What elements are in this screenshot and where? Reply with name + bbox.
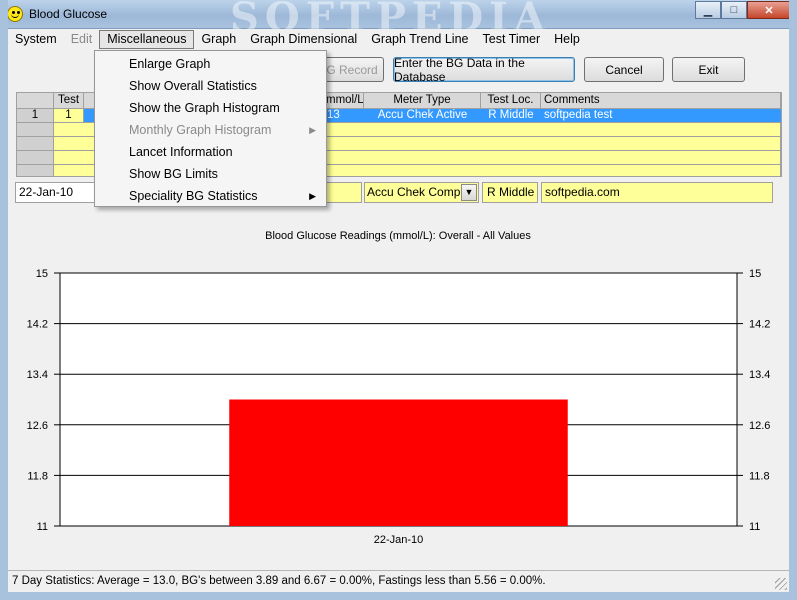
status-text: 7 Day Statistics: Average = 13.0, BG's b… — [12, 575, 546, 587]
y-tick-label-left: 15 — [36, 268, 48, 280]
menu-item-label: Monthly Graph Histogram — [129, 123, 272, 137]
menu-item-label: Show BG Limits — [129, 167, 218, 181]
menu-graph-dimensional[interactable]: Graph Dimensional — [243, 29, 364, 50]
grid-corner — [17, 93, 54, 109]
menu-item-lancet-information[interactable]: Lancet Information — [95, 141, 326, 163]
cell-test-loc[interactable]: R Middle — [481, 109, 541, 123]
menu-system[interactable]: System — [8, 29, 64, 50]
smiley-icon — [7, 6, 23, 22]
y-tick-label-right: 13.4 — [749, 369, 770, 381]
cancel-button[interactable]: Cancel — [584, 57, 664, 82]
menu-test-timer[interactable]: Test Timer — [476, 29, 548, 50]
menu-bar: System Edit Miscellaneous Graph Graph Di… — [8, 29, 789, 50]
header-mmol[interactable]: mmol/L — [324, 93, 364, 109]
y-tick-label-left: 12.6 — [27, 420, 48, 432]
meter-type-select[interactable]: Accu Chek Complet ▼ — [364, 182, 479, 203]
comments-input[interactable]: softpedia.com — [541, 182, 773, 203]
menu-graph[interactable]: Graph — [194, 29, 243, 50]
cancel-label: Cancel — [605, 62, 643, 77]
enter-data-label: Enter the BG Data in the Database — [394, 55, 525, 84]
bg-chart: Blood Glucose Readings (mmol/L): Overall… — [27, 230, 771, 546]
window-title: Blood Glucose — [29, 7, 108, 21]
y-tick-label-right: 15 — [749, 268, 761, 280]
mmol-input[interactable] — [326, 182, 362, 203]
row-header-5[interactable] — [17, 165, 54, 177]
y-tick-label-left: 11 — [37, 521, 48, 533]
close-button[interactable]: ✕ — [747, 1, 791, 19]
chart-area: Blood Glucose Readings (mmol/L): Overall… — [8, 206, 789, 570]
row-header-4[interactable] — [17, 151, 54, 165]
cell-comments[interactable]: softpedia test — [541, 109, 781, 123]
menu-miscellaneous[interactable]: Miscellaneous — [99, 30, 195, 49]
minimize-button[interactable]: ▁ — [695, 1, 721, 19]
cell-test[interactable]: 1 — [54, 109, 84, 123]
y-tick-label-right: 12.6 — [749, 420, 770, 432]
menu-item-monthly-graph-histogram[interactable]: Monthly Graph Histogram ▶ — [95, 119, 326, 141]
y-tick-label-right: 14.2 — [749, 319, 770, 331]
menu-help[interactable]: Help — [547, 29, 587, 50]
row-header-3[interactable] — [17, 137, 54, 151]
y-tick-label-left: 14.2 — [27, 319, 48, 331]
exit-button[interactable]: Exit — [672, 57, 745, 82]
header-meter-type[interactable]: Meter Type — [364, 93, 481, 109]
meter-type-value: Accu Chek Complet — [367, 185, 474, 199]
maximize-button[interactable]: □ — [721, 1, 747, 19]
x-tick-label: 22-Jan-10 — [374, 534, 424, 546]
cell-meter-type[interactable]: Accu Chek Active — [364, 109, 481, 123]
menu-item-show-graph-histogram[interactable]: Show the Graph Histogram — [95, 97, 326, 119]
row-header-1[interactable]: 1 — [17, 109, 54, 123]
menu-edit[interactable]: Edit — [64, 29, 100, 50]
header-comments[interactable]: Comments — [541, 93, 781, 109]
header-test[interactable]: Test — [54, 93, 84, 109]
y-tick-label-left: 13.4 — [27, 369, 48, 381]
bar — [229, 399, 568, 526]
close-icon: ✕ — [764, 4, 774, 17]
menu-item-enlarge-graph[interactable]: Enlarge Graph — [95, 53, 326, 75]
miscellaneous-dropdown: Enlarge Graph Show Overall Statistics Sh… — [94, 50, 327, 207]
y-tick-label-left: 11.8 — [27, 470, 48, 482]
resize-grip[interactable] — [775, 578, 787, 590]
menu-item-label: Show the Graph Histogram — [129, 101, 280, 115]
menu-item-label: Lancet Information — [129, 145, 233, 159]
status-bar: 7 Day Statistics: Average = 13.0, BG's b… — [8, 570, 789, 592]
chart-title: Blood Glucose Readings (mmol/L): Overall… — [265, 230, 531, 242]
menu-item-show-bg-limits[interactable]: Show BG Limits — [95, 163, 326, 185]
menu-item-label: Speciality BG Statistics — [129, 189, 258, 203]
date-input[interactable]: 22-Jan-10 — [15, 182, 95, 203]
y-tick-label-right: 11.8 — [749, 470, 770, 482]
test-loc-input[interactable]: R Middle — [482, 182, 538, 203]
menu-graph-trend-line[interactable]: Graph Trend Line — [364, 29, 475, 50]
header-test-loc[interactable]: Test Loc. — [481, 93, 541, 109]
exit-label: Exit — [698, 62, 719, 77]
y-tick-label-right: 11 — [749, 521, 760, 533]
maximize-icon: □ — [730, 4, 738, 16]
row-header-2[interactable] — [17, 123, 54, 137]
chevron-down-icon[interactable]: ▼ — [461, 184, 477, 201]
submenu-arrow-icon: ▶ — [309, 125, 316, 135]
menu-item-speciality-bg-statistics[interactable]: Speciality BG Statistics ▶ — [95, 185, 326, 207]
cell-mmol[interactable]: 13 — [324, 109, 364, 123]
menu-item-label: Enlarge Graph — [129, 57, 211, 71]
title-bar: Blood Glucose SOFTPEDIA ▁ □ ✕ — [0, 0, 797, 41]
menu-item-show-overall-statistics[interactable]: Show Overall Statistics — [95, 75, 326, 97]
submenu-arrow-icon: ▶ — [309, 191, 316, 201]
menu-item-label: Show Overall Statistics — [129, 79, 257, 93]
minimize-icon: ▁ — [703, 4, 713, 17]
enter-data-button[interactable]: Enter the BG Data in the Database — [393, 55, 575, 84]
